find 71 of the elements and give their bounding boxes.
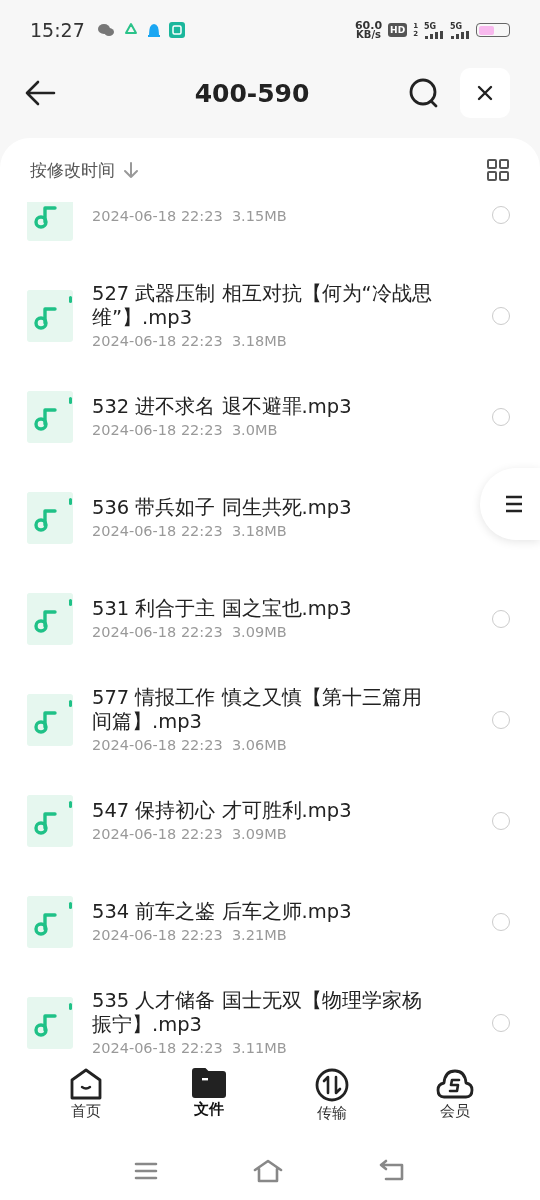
file-name: 535 人才储备 国士无双【物理学家杨振宁】.mp3 [92, 989, 423, 1037]
cloud-icon [435, 1068, 474, 1100]
music-file-icon [27, 794, 73, 847]
clock: 15:27 [30, 19, 85, 41]
home-icon [68, 1068, 103, 1100]
nav-tab[interactable]: 传输 [291, 1068, 372, 1128]
file-info: 2024-06-18 22:23 3.15MB [92, 208, 288, 224]
signal-icon [424, 30, 444, 39]
folder-title: 400-590 [193, 78, 311, 108]
menu-button[interactable] [134, 1161, 158, 1181]
file-info: 2024-06-18 22:23 3.18MB [92, 523, 288, 539]
file-info: 2024-06-18 22:23 3.18MB [92, 333, 288, 349]
file-info: 2024-06-18 22:23 3.0MB [92, 422, 279, 438]
nav-tab[interactable]: 会员 [414, 1068, 495, 1128]
search-button[interactable] [408, 77, 440, 109]
chat-icon [96, 23, 115, 37]
file-info: 2024-06-18 22:23 3.09MB [92, 624, 288, 640]
music-file-icon [27, 592, 73, 645]
signal-icon [450, 30, 470, 39]
select-radio[interactable] [492, 1013, 510, 1032]
sort-label[interactable]: 按修改时间 [30, 158, 115, 182]
music-file-icon [27, 202, 73, 241]
file-name: 531 利合于主 国之宝也.mp3 [92, 597, 353, 621]
file-name: 536 带兵如子 同生共死.mp3 [92, 496, 353, 520]
file-name: 532 进不求名 退不避罪.mp3 [92, 395, 353, 419]
transfer-icon [314, 1068, 349, 1102]
home-icon [253, 1159, 283, 1183]
back-button[interactable] [24, 79, 56, 107]
close-button[interactable] [460, 68, 510, 118]
file-name: 534 前车之鉴 后车之师.mp3 [92, 900, 353, 924]
select-radio[interactable] [492, 811, 510, 830]
file-info: 2024-06-18 22:23 3.06MB [92, 737, 288, 753]
music-file-icon [27, 390, 73, 443]
select-radio[interactable] [492, 710, 510, 729]
select-radio[interactable] [492, 407, 510, 426]
folder-icon [191, 1068, 226, 1098]
side-menu-button[interactable] [480, 468, 540, 540]
nav-tab[interactable]: 首页 [45, 1068, 126, 1128]
app-icon [168, 22, 185, 38]
menu-icon [134, 1161, 158, 1181]
select-radio[interactable] [492, 306, 510, 325]
select-radio[interactable] [492, 912, 510, 931]
bell-icon [146, 21, 161, 39]
network-type: 5G [424, 21, 438, 31]
network-type: 5G [450, 21, 464, 31]
search-icon [408, 77, 440, 109]
music-file-icon [27, 289, 73, 342]
file-name: 527 武器压制 相互对抗【何为“冷战思维”】.mp3 [92, 282, 433, 330]
close-icon [477, 85, 493, 101]
music-file-icon [27, 693, 73, 746]
home-button[interactable] [253, 1159, 283, 1183]
file-name: 577 情报工作 慎之又慎【第十三篇用间篇】.mp3 [92, 686, 423, 734]
file-info: 2024-06-18 22:23 3.11MB [92, 1040, 288, 1056]
file-name: 547 保持初心 才可胜利.mp3 [92, 799, 353, 823]
music-file-icon [27, 895, 73, 948]
file-info: 2024-06-18 22:23 3.09MB [92, 826, 288, 842]
grid-view-icon[interactable] [486, 158, 510, 182]
return-arrow-icon [378, 1159, 406, 1183]
file-info: 2024-06-18 22:23 3.21MB [92, 927, 288, 943]
battery-icon [476, 23, 510, 37]
select-radio[interactable] [492, 205, 510, 224]
back-arrow-icon [24, 79, 56, 107]
menu-icon [505, 495, 523, 513]
music-file-icon [27, 996, 73, 1049]
sort-down-arrow-icon[interactable] [123, 161, 139, 179]
nav-tab[interactable]: 文件 [168, 1068, 249, 1128]
music-file-icon [27, 491, 73, 544]
hd-badge: HD [388, 23, 408, 37]
select-radio[interactable] [492, 609, 510, 628]
speed-unit: KB/s [356, 30, 382, 39]
network-speed: 60.0 [354, 21, 383, 30]
